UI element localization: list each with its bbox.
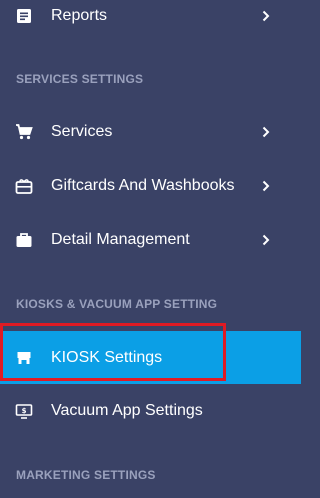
sidebar-item-detail-management[interactable]: Detail Management xyxy=(0,220,301,260)
vacuum-app-icon: $ xyxy=(15,402,33,420)
briefcase-icon xyxy=(15,231,33,249)
sidebar-item-services[interactable]: Services xyxy=(0,112,301,152)
gift-icon xyxy=(15,177,33,195)
sidebar-item-label: KIOSK Settings xyxy=(51,348,163,366)
sidebar-item-label: Detail Management xyxy=(51,231,190,248)
chevron-right-icon xyxy=(260,125,272,139)
section-header-services: SERVICES SETTINGS xyxy=(16,72,144,86)
report-icon xyxy=(15,7,33,25)
cart-icon xyxy=(15,123,33,141)
sidebar-item-kiosk-settings[interactable]: KIOSK Settings xyxy=(0,331,301,384)
sidebar-item-vacuum-app-settings[interactable]: $ Vacuum App Settings xyxy=(0,391,301,431)
sidebar-item-reports[interactable]: Reports xyxy=(0,0,301,36)
sidebar-item-label: Services xyxy=(51,123,113,140)
kiosk-icon xyxy=(15,349,33,367)
sidebar-item-label: Reports xyxy=(51,7,108,24)
section-header-marketing: MARKETING SETTINGS xyxy=(16,468,156,482)
section-header-kiosks: KIOSKS & VACUUM APP SETTING xyxy=(16,297,218,311)
sidebar-item-giftcards[interactable]: Giftcards And Washbooks xyxy=(0,166,301,206)
sidebar-menu: Reports SERVICES SETTINGS Services Giftc… xyxy=(0,0,301,498)
sidebar-item-label: Vacuum App Settings xyxy=(51,402,203,419)
sidebar-item-label: Giftcards And Washbooks xyxy=(51,177,235,194)
chevron-right-icon xyxy=(260,179,272,193)
chevron-right-icon xyxy=(260,233,272,247)
svg-text:$: $ xyxy=(22,407,27,415)
chevron-right-icon xyxy=(260,9,272,23)
